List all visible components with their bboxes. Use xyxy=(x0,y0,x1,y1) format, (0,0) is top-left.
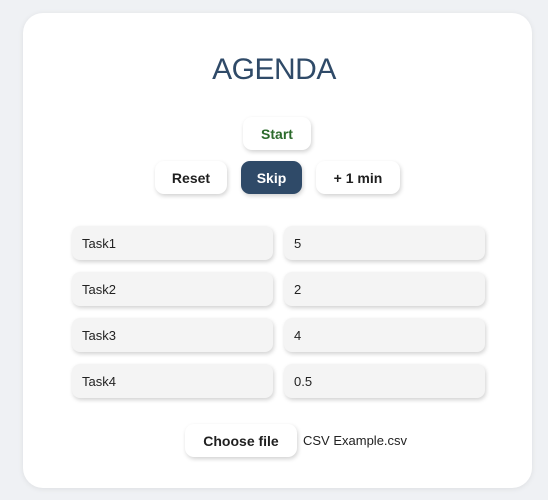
task-name-field[interactable]: Task2 xyxy=(72,272,273,306)
start-button[interactable]: Start xyxy=(243,117,311,150)
task-duration-field[interactable]: 0.5 xyxy=(284,364,485,398)
choose-file-button[interactable]: Choose file xyxy=(185,424,297,457)
page-title: AGENDA xyxy=(212,53,336,86)
task-duration-field[interactable]: 4 xyxy=(284,318,485,352)
task-duration-field[interactable]: 2 xyxy=(284,272,485,306)
task-name-field[interactable]: Task4 xyxy=(72,364,273,398)
skip-button[interactable]: Skip xyxy=(241,161,302,194)
task-name-field[interactable]: Task3 xyxy=(72,318,273,352)
task-name-field[interactable]: Task1 xyxy=(72,226,273,260)
selected-file-name: CSV Example.csv xyxy=(303,433,408,448)
add-minute-button[interactable]: + 1 min xyxy=(316,161,400,194)
task-duration-field[interactable]: 5 xyxy=(284,226,485,260)
reset-button[interactable]: Reset xyxy=(155,161,227,194)
